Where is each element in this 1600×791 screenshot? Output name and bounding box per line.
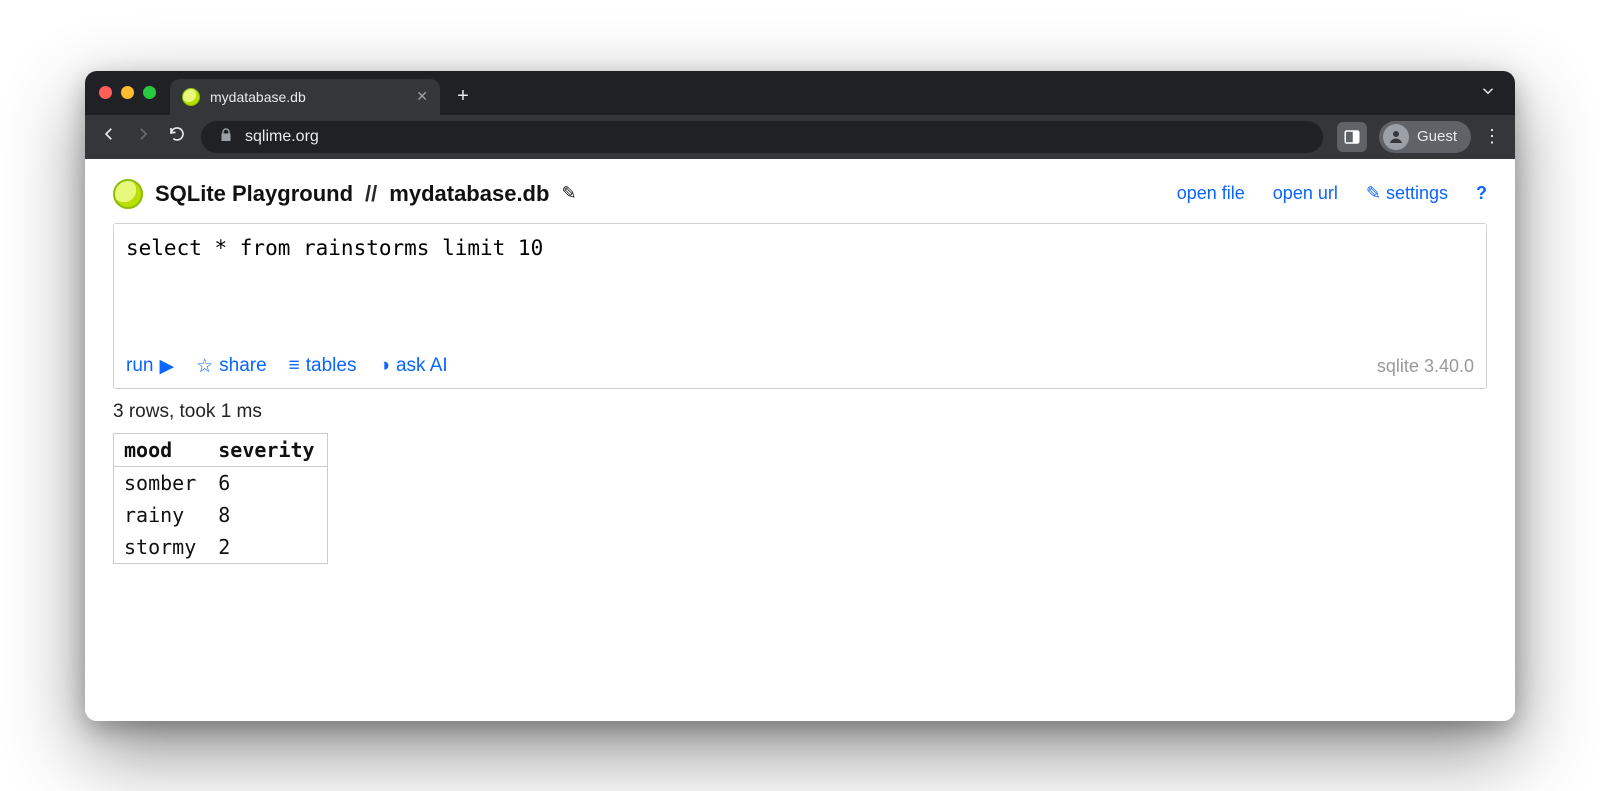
table-cell: rainy xyxy=(114,499,209,531)
editor-panel: run ▶ ☆ share ≡ tables ◑ ask AI sqlite 3… xyxy=(113,223,1487,389)
header-links: open file open url ✎ settings ? xyxy=(1177,183,1487,204)
table-cell: stormy xyxy=(114,531,209,564)
run-button[interactable]: run ▶ xyxy=(126,355,174,378)
column-header: mood xyxy=(114,433,209,466)
lock-icon xyxy=(217,126,235,147)
tables-button[interactable]: ≡ tables xyxy=(289,355,357,377)
reload-button[interactable] xyxy=(167,125,187,148)
table-row: somber 6 xyxy=(114,466,328,499)
share-button[interactable]: ☆ share xyxy=(196,355,267,378)
reload-icon xyxy=(168,125,186,143)
tab-favicon-icon xyxy=(182,88,200,106)
back-button[interactable] xyxy=(99,125,119,149)
app-logo-icon xyxy=(113,179,143,209)
play-icon: ▶ xyxy=(159,355,174,378)
avatar-icon xyxy=(1383,124,1409,150)
browser-toolbar: sqlime.org Guest ⋮ xyxy=(85,115,1515,159)
browser-window: mydatabase.db ✕ + sqlime.org xyxy=(85,71,1515,721)
chevron-down-icon xyxy=(1479,82,1497,100)
list-icon: ≡ xyxy=(289,355,300,377)
table-header-row: mood severity xyxy=(114,433,328,466)
side-panel-button[interactable] xyxy=(1337,122,1367,152)
address-bar[interactable]: sqlime.org xyxy=(201,121,1323,153)
new-tab-button[interactable]: + xyxy=(448,82,478,112)
database-name: mydatabase.db xyxy=(389,181,549,207)
address-text: sqlime.org xyxy=(245,128,319,146)
settings-link[interactable]: ✎ settings xyxy=(1366,183,1448,204)
profile-label: Guest xyxy=(1417,128,1457,145)
open-url-link[interactable]: open url xyxy=(1273,183,1338,204)
tab-bar: mydatabase.db ✕ + xyxy=(85,71,1515,115)
browser-tab[interactable]: mydatabase.db ✕ xyxy=(170,79,440,115)
sqlite-version: sqlite 3.40.0 xyxy=(1377,356,1474,377)
result-table: mood severity somber 6 rainy 8 stormy 2 xyxy=(113,433,328,564)
arrow-right-icon xyxy=(134,125,152,143)
maximize-window-button[interactable] xyxy=(143,86,156,99)
column-header: severity xyxy=(208,433,327,466)
window-controls xyxy=(99,86,156,99)
arrow-left-icon xyxy=(100,125,118,143)
toolbar-right: Guest ⋮ xyxy=(1337,121,1501,153)
minimize-window-button[interactable] xyxy=(121,86,134,99)
header-separator: // xyxy=(365,181,377,207)
close-window-button[interactable] xyxy=(99,86,112,99)
table-cell: 8 xyxy=(208,499,327,531)
table-row: rainy 8 xyxy=(114,499,328,531)
tab-title: mydatabase.db xyxy=(210,89,306,105)
table-row: stormy 2 xyxy=(114,531,328,564)
ask-ai-button[interactable]: ◑ ask AI xyxy=(378,355,447,377)
tabs-dropdown-button[interactable] xyxy=(1479,82,1497,103)
edit-name-button[interactable]: ✎ xyxy=(561,183,576,204)
sql-input[interactable] xyxy=(114,224,1486,344)
ai-icon: ◑ xyxy=(378,355,389,377)
table-cell: 6 xyxy=(208,466,327,499)
forward-button[interactable] xyxy=(133,125,153,149)
help-link[interactable]: ? xyxy=(1476,183,1487,204)
page-content: SQLite Playground // mydatabase.db ✎ ope… xyxy=(85,159,1515,721)
query-status: 3 rows, took 1 ms xyxy=(113,401,1487,423)
close-tab-button[interactable]: ✕ xyxy=(416,88,428,105)
app-title: SQLite Playground xyxy=(155,181,353,207)
side-panel-icon xyxy=(1343,128,1361,146)
browser-menu-button[interactable]: ⋮ xyxy=(1483,126,1501,147)
table-cell: somber xyxy=(114,466,209,499)
profile-button[interactable]: Guest xyxy=(1379,121,1471,153)
table-cell: 2 xyxy=(208,531,327,564)
star-icon: ☆ xyxy=(196,355,213,378)
page-header: SQLite Playground // mydatabase.db ✎ ope… xyxy=(113,179,1487,209)
open-file-link[interactable]: open file xyxy=(1177,183,1245,204)
editor-actions: run ▶ ☆ share ≡ tables ◑ ask AI sqlite 3… xyxy=(114,349,1486,388)
